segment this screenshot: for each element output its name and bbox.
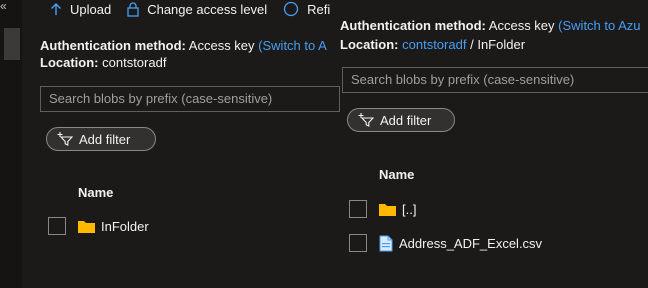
column-header-name[interactable]: Name (379, 167, 414, 182)
folder-icon (78, 219, 95, 233)
refresh-button[interactable]: Refi (283, 1, 330, 17)
row-checkbox[interactable] (48, 217, 66, 235)
location-label: Location: (340, 37, 399, 52)
auth-method-value: Access key (488, 18, 555, 33)
location-container-link[interactable]: contstoradf (402, 37, 466, 52)
change-access-label: Change access level (147, 1, 268, 17)
change-access-level-button[interactable]: Change access level (127, 2, 267, 17)
search-blobs-input[interactable]: Search blobs by prefix (case-sensitive) (342, 67, 648, 93)
table-row[interactable]: [..] (349, 197, 416, 221)
refresh-label: Refi (307, 1, 331, 17)
location-separator: / (470, 37, 474, 52)
filter-plus-icon (358, 113, 374, 127)
row-name[interactable]: Address_ADF_Excel.csv (399, 236, 542, 251)
file-icon (379, 235, 393, 252)
auth-method-value: Access key (188, 38, 255, 53)
table-row[interactable]: Address_ADF_Excel.csv (349, 231, 542, 255)
nav-item-block[interactable] (4, 28, 20, 60)
auth-method-label: Authentication method: (340, 18, 486, 33)
auth-method-line: Authentication method: Access key (Switc… (340, 18, 641, 33)
location-folder: InFolder (477, 37, 526, 52)
location-line: Location: contstoradf (40, 55, 166, 70)
toolbar: Upload Change access level Refi (50, 0, 346, 18)
column-header-name[interactable]: Name (78, 185, 113, 200)
add-filter-label: Add filter (79, 131, 131, 147)
switch-auth-link[interactable]: (Switch to Azu (558, 18, 640, 33)
location-value: contstoradf (102, 55, 167, 70)
upload-label: Upload (70, 1, 112, 17)
auth-method-label: Authentication method: (40, 38, 186, 53)
row-checkbox[interactable] (349, 200, 367, 218)
add-filter-button[interactable]: Add filter (46, 127, 156, 151)
upload-button[interactable]: Upload (50, 2, 111, 17)
filter-plus-icon (57, 132, 73, 146)
folder-icon (379, 202, 396, 216)
refresh-icon (284, 1, 299, 17)
container-root-panel: Upload Change access level Refi Authenti… (22, 0, 340, 288)
location-label: Location: (40, 55, 99, 70)
switch-auth-link[interactable]: (Switch to A (258, 38, 327, 53)
folder-panel: Authentication method: Access key (Switc… (340, 0, 648, 260)
location-line: Location: contstoradf / InFolder (340, 37, 525, 52)
row-checkbox[interactable] (349, 234, 367, 252)
add-filter-label: Add filter (380, 112, 432, 128)
row-name[interactable]: InFolder (101, 219, 149, 234)
lock-icon (127, 1, 139, 17)
search-blobs-input[interactable]: Search blobs by prefix (case-sensitive) (40, 86, 340, 112)
collapse-chevron-icon[interactable]: « (0, 0, 7, 12)
auth-method-line: Authentication method: Access key (Switc… (40, 38, 327, 53)
upload-arrow-icon (51, 3, 61, 15)
table-row[interactable]: InFolder (48, 214, 149, 238)
add-filter-button[interactable]: Add filter (347, 108, 455, 132)
row-name[interactable]: [..] (402, 202, 416, 217)
left-nav-strip: « (0, 0, 22, 288)
